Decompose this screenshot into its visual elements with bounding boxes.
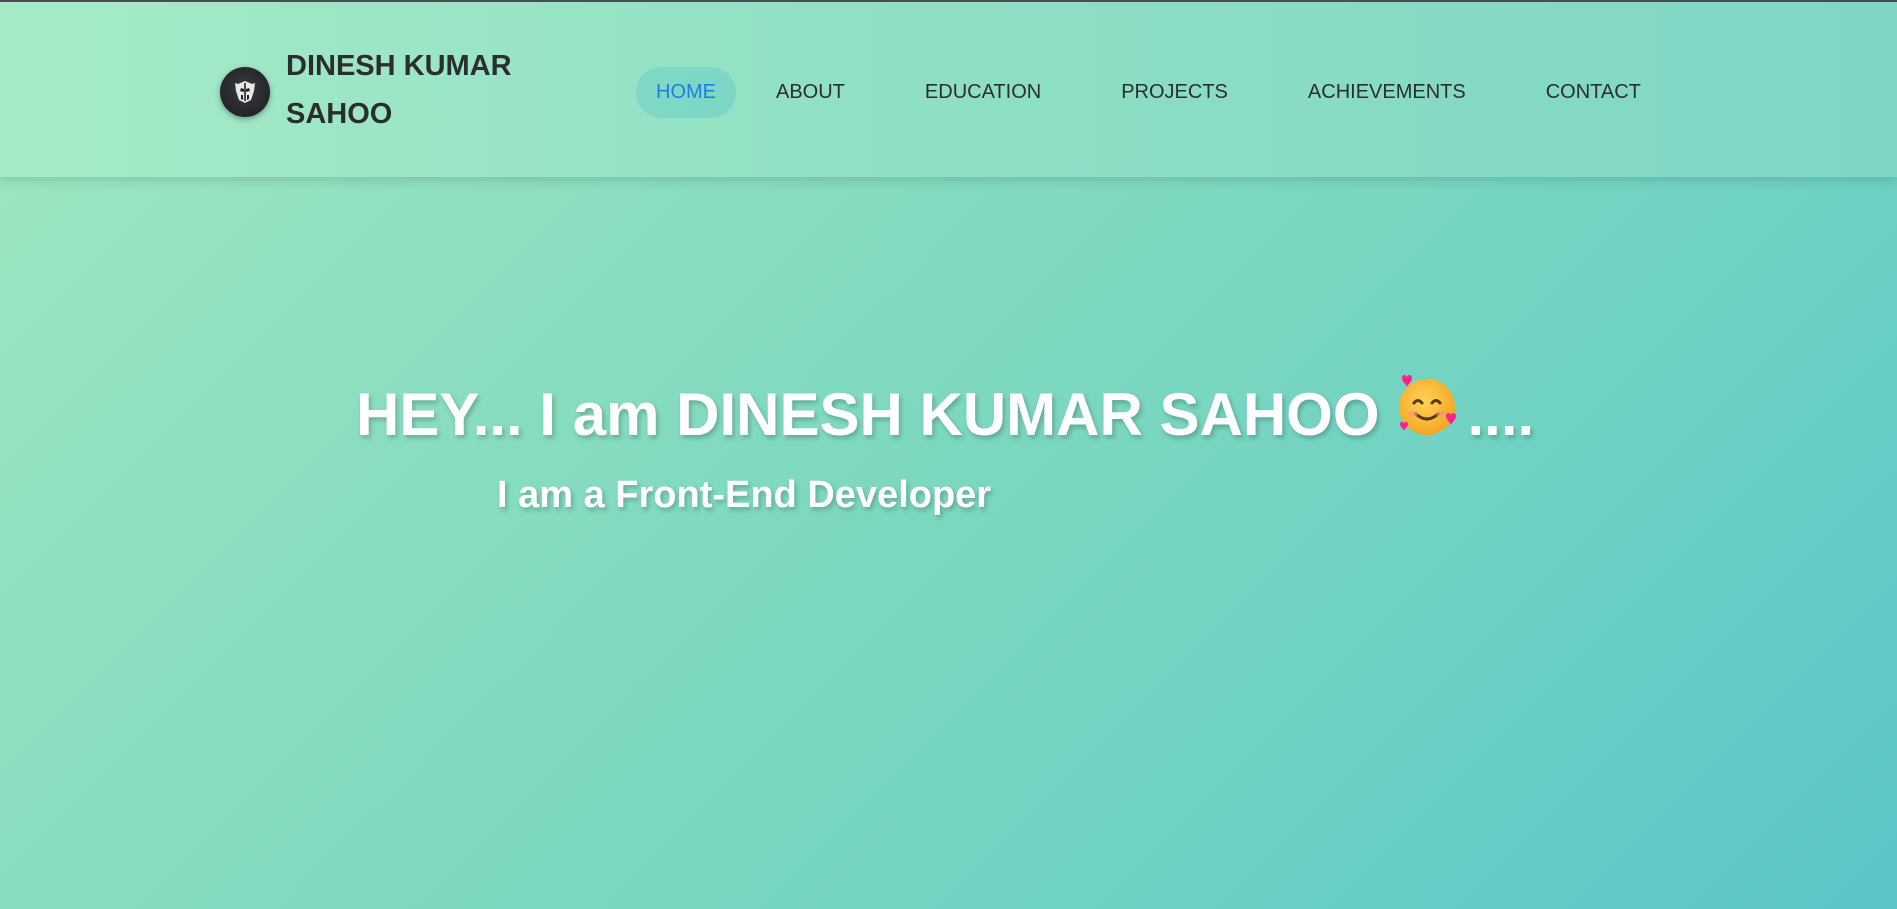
nav-menu: HOME ABOUT EDUCATION PROJECTS ACHIEVEMEN…	[636, 66, 1661, 118]
hero-title: HEY... I am DINESH KUMAR SAHOO ....	[356, 374, 1535, 453]
hero-title-trailing: ....	[1467, 381, 1535, 448]
navbar: DINESH KUMAR SAHOO HOME ABOUT EDUCATION …	[0, 2, 1897, 177]
nav-contact[interactable]: CONTACT	[1526, 67, 1661, 118]
smiling-face-with-hearts-icon	[1394, 372, 1460, 453]
brand[interactable]: DINESH KUMAR SAHOO	[220, 42, 536, 138]
nav-achievements[interactable]: ACHIEVEMENTS	[1288, 67, 1486, 118]
autobot-logo-icon[interactable]	[220, 66, 270, 117]
brand-name[interactable]: DINESH KUMAR SAHOO	[286, 42, 536, 138]
nav-home[interactable]: HOME	[636, 66, 736, 118]
hero-title-text: HEY... I am DINESH KUMAR SAHOO	[356, 381, 1380, 448]
hero-subtitle: I am a Front-End Developer	[497, 474, 992, 516]
nav-about[interactable]: ABOUT	[756, 67, 865, 118]
nav-education[interactable]: EDUCATION	[905, 67, 1061, 118]
nav-projects[interactable]: PROJECTS	[1101, 67, 1248, 118]
